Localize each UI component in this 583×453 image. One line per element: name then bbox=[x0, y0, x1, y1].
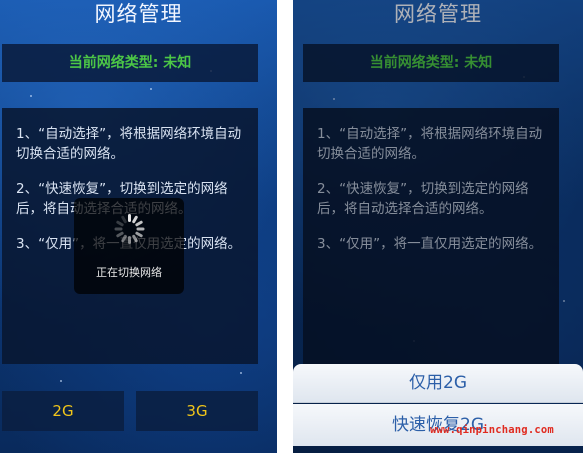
toast-label: 正在切换网络 bbox=[96, 266, 162, 279]
instruction-auto-select: 1、“自动选择”，将根据网络环境自动切换合适的网络。 bbox=[16, 126, 242, 162]
switching-network-toast: 正在切换网络 bbox=[74, 198, 184, 294]
watermark: www.qinpinchang.com bbox=[430, 424, 554, 436]
3g-button[interactable]: 3G bbox=[136, 391, 258, 431]
only-2g-option[interactable]: 仅用2G bbox=[293, 364, 583, 403]
network-type-status: 当前网络类型: 未知 bbox=[2, 44, 258, 82]
2g-button[interactable]: 2G bbox=[2, 391, 124, 431]
loading-spinner-icon bbox=[114, 214, 145, 244]
left-phone-screen: 网络管理 当前网络类型: 未知 1、“自动选择”，将根据网络环境自动切换合适的网… bbox=[0, 0, 277, 453]
page-title: 网络管理 bbox=[94, 2, 183, 26]
right-phone-screen: 网络管理 当前网络类型: 未知 1、“自动选择”，将根据网络环境自动切换合适的网… bbox=[293, 0, 583, 453]
